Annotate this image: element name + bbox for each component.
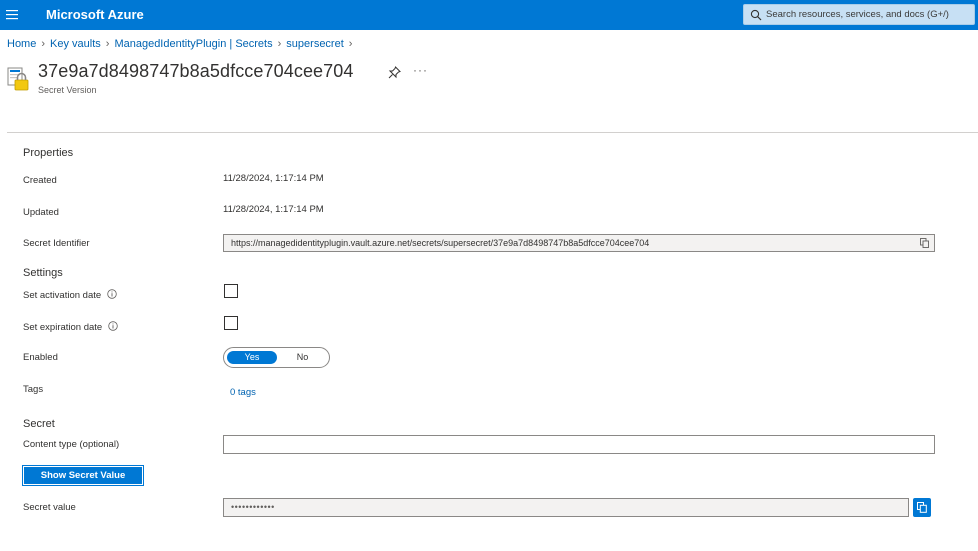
brand-title[interactable]: Microsoft Azure: [46, 7, 144, 22]
breadcrumb-secrets[interactable]: ManagedIdentityPlugin | Secrets: [114, 38, 272, 50]
page-title: 37e9a7d8498747b8a5dfcce704cee704: [38, 61, 354, 81]
copy-icon[interactable]: [920, 238, 929, 248]
created-value: 11/28/2024, 1:17:14 PM: [223, 173, 324, 184]
search-icon: [750, 9, 762, 21]
page-subtitle: Secret Version: [38, 85, 97, 95]
settings-heading: Settings: [23, 267, 63, 279]
top-bar: Microsoft Azure: [0, 0, 978, 30]
activation-date-text: Set activation date: [23, 290, 102, 301]
secret-identifier-label: Secret Identifier: [23, 238, 90, 249]
key-vault-secret-icon: [7, 67, 29, 91]
breadcrumb: Home › Key vaults › ManagedIdentityPlugin | …: [7, 38, 357, 50]
copy-icon: [917, 502, 927, 513]
secret-identifier-value: https://managedidentityplugin.vault.azur…: [231, 238, 650, 248]
properties-heading: Properties: [23, 147, 74, 159]
secret-value-label: Secret value: [23, 502, 76, 513]
content-type-input[interactable]: [223, 435, 935, 454]
header-divider: [7, 132, 978, 133]
breadcrumb-home[interactable]: Home: [7, 38, 36, 50]
more-options-icon[interactable]: ···: [413, 63, 428, 77]
updated-value: 11/28/2024, 1:17:14 PM: [223, 204, 324, 215]
chevron-right-icon: ›: [105, 38, 110, 50]
created-label: Created: [23, 175, 57, 186]
show-secret-value-button[interactable]: Show Secret Value: [22, 465, 144, 486]
enabled-no-option[interactable]: No: [279, 351, 326, 364]
secret-heading: Secret: [23, 418, 55, 430]
tags-link[interactable]: 0 tags: [230, 387, 256, 398]
copy-secret-button[interactable]: [913, 498, 931, 517]
activation-date-checkbox[interactable]: [224, 284, 238, 298]
chevron-right-icon: ›: [277, 38, 282, 50]
pin-icon[interactable]: [388, 66, 401, 79]
breadcrumb-key-vaults[interactable]: Key vaults: [50, 38, 101, 50]
content-type-label: Content type (optional): [23, 439, 120, 450]
enabled-yes-option[interactable]: Yes: [227, 351, 277, 364]
enabled-label: Enabled: [23, 352, 58, 363]
enabled-toggle[interactable]: Yes No: [223, 347, 330, 368]
info-icon[interactable]: [108, 321, 118, 331]
expiration-date-label: Set expiration date: [23, 321, 118, 333]
expiration-date-checkbox[interactable]: [224, 316, 238, 330]
expiration-date-text: Set expiration date: [23, 322, 103, 333]
global-search[interactable]: [743, 4, 975, 25]
search-input[interactable]: [766, 5, 971, 24]
tags-label: Tags: [23, 384, 44, 395]
chevron-right-icon: ›: [348, 38, 353, 50]
secret-identifier-field[interactable]: https://managedidentityplugin.vault.azur…: [223, 234, 935, 252]
updated-label: Updated: [23, 207, 59, 218]
activation-date-label: Set activation date: [23, 289, 117, 301]
chevron-right-icon: ›: [41, 38, 46, 50]
secret-value-field[interactable]: ••••••••••••: [223, 498, 909, 517]
info-icon[interactable]: [107, 289, 117, 299]
breadcrumb-supersecret[interactable]: supersecret: [286, 38, 343, 50]
hamburger-menu-icon[interactable]: [2, 3, 22, 27]
